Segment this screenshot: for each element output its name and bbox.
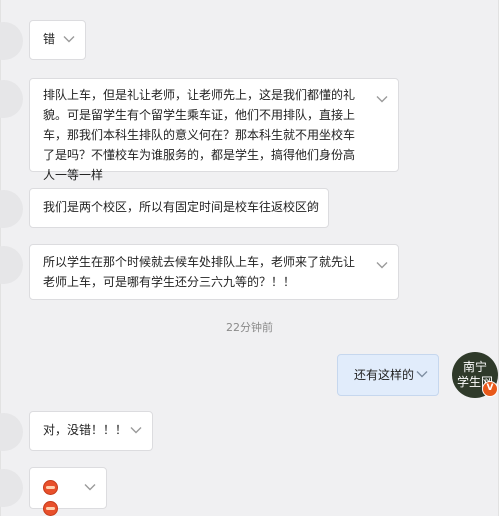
avatar[interactable] xyxy=(0,469,23,507)
message-bubble[interactable]: 错 xyxy=(29,20,86,60)
emoji-group xyxy=(43,480,72,516)
message-bubble[interactable]: 排队上车，但是礼让老师，让老师先上，这是我们都懂的礼貌。可是留学生有个留学生乘车… xyxy=(29,78,399,182)
grimace-emoji xyxy=(43,480,58,495)
message-bubble[interactable]: 我们是两个校区，所以有固定时间是校车往返校区的 xyxy=(29,188,329,228)
chevron-down-icon[interactable] xyxy=(416,370,428,378)
message-text: 对，没错！！！ xyxy=(43,423,128,437)
my-message-bubble[interactable]: 还有这样的 xyxy=(337,354,439,396)
verified-v-icon: V xyxy=(482,381,498,397)
avatar[interactable] xyxy=(0,80,23,118)
chat-window: 错 排队上车，但是礼让老师，让老师先上，这是我们都懂的礼貌。可是留学生有个留学生… xyxy=(0,0,499,516)
avatar[interactable] xyxy=(0,246,23,284)
chevron-down-icon[interactable] xyxy=(84,483,96,491)
chevron-down-icon[interactable] xyxy=(130,426,142,434)
message-text: 我们是两个校区，所以有固定时间是校车往返校区的 xyxy=(43,200,320,214)
avatar-text-line1: 南宁 xyxy=(462,360,487,374)
message-bubble[interactable]: 所以学生在那个时候就去候车处排队上车，老师来了就先让老师上车，可是哪有学生还分三… xyxy=(29,244,399,300)
message-bubble[interactable] xyxy=(29,467,107,516)
avatar[interactable] xyxy=(0,413,23,451)
message-bubble[interactable]: 对，没错！！！ xyxy=(29,411,153,451)
chevron-down-icon[interactable] xyxy=(306,203,318,211)
timestamp: 22分钟前 xyxy=(226,321,273,334)
chevron-down-icon[interactable] xyxy=(376,95,388,103)
message-text: 错 xyxy=(43,32,56,46)
avatar[interactable] xyxy=(0,22,23,60)
grimace-emoji xyxy=(43,501,58,516)
message-text: 排队上车，但是礼让老师，让老师先上，这是我们都懂的礼貌。可是留学生有个留学生乘车… xyxy=(43,88,356,182)
message-text: 所以学生在那个时候就去候车处排队上车，老师来了就先让老师上车，可是哪有学生还分三… xyxy=(43,255,356,289)
message-text: 还有这样的 xyxy=(354,368,415,382)
chevron-down-icon[interactable] xyxy=(63,35,75,43)
chevron-down-icon[interactable] xyxy=(376,261,388,269)
avatar[interactable] xyxy=(0,190,23,228)
